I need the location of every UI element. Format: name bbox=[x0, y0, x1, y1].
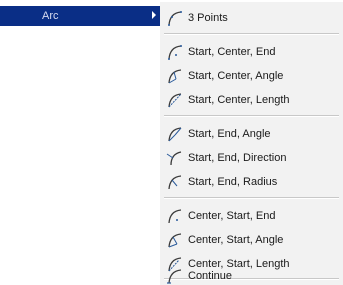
menu-item-center-start-end[interactable]: Center, Start, End bbox=[160, 204, 343, 228]
menu-item-label: 3 Points bbox=[188, 12, 228, 24]
menu-item-label: Start, End, Angle bbox=[188, 128, 271, 140]
menu-item-arc-label: Arc bbox=[42, 10, 59, 22]
menu-item-start-end-radius[interactable]: Start, End, Radius bbox=[160, 170, 343, 194]
menu-item-label: Continue bbox=[188, 270, 233, 282]
submenu-arrow-icon bbox=[152, 11, 156, 19]
menu-item-start-center-end[interactable]: Start, Center, End bbox=[160, 40, 343, 64]
arc-center-start-angle-icon bbox=[165, 230, 185, 250]
menu-separator bbox=[164, 33, 339, 35]
menu-item-start-center-angle[interactable]: Start, Center, Angle bbox=[160, 64, 343, 88]
menu-item-label: Center, Start, End bbox=[188, 210, 276, 222]
arc-start-center-angle-icon bbox=[165, 66, 185, 86]
menu-item-start-center-length[interactable]: Start, Center, Length bbox=[160, 88, 343, 112]
menu-item-start-end-direction[interactable]: Start, End, Direction bbox=[160, 146, 343, 170]
menu-item-arc[interactable]: Arc bbox=[0, 6, 160, 26]
arc-start-end-radius-icon bbox=[165, 172, 185, 192]
menu-item-start-end-angle[interactable]: Start, End, Angle bbox=[160, 122, 343, 146]
menu-item-label: Start, Center, Angle bbox=[188, 70, 284, 82]
draw-menu: Arc bbox=[0, 0, 160, 285]
menu-separator bbox=[164, 197, 339, 199]
menu-item-label: Start, Center, Length bbox=[188, 94, 290, 106]
arc-start-end-direction-icon bbox=[165, 148, 185, 168]
arc-continue-icon bbox=[165, 266, 185, 285]
menu-item-center-start-angle[interactable]: Center, Start, Angle bbox=[160, 228, 343, 252]
menu-item-arc-3-points[interactable]: 3 Points bbox=[160, 6, 343, 30]
menu-item-label: Start, End, Direction bbox=[188, 152, 287, 164]
menu-item-label: Center, Start, Angle bbox=[188, 234, 284, 246]
menu-separator bbox=[164, 115, 339, 117]
arc-start-center-length-icon bbox=[165, 90, 185, 110]
arc-3-points-icon bbox=[165, 8, 185, 28]
arc-submenu: 3 Points Start, Center, End Start, Cente… bbox=[160, 2, 343, 285]
menu-item-label: Start, End, Radius bbox=[188, 176, 278, 188]
menu-item-label: Start, Center, End bbox=[188, 46, 276, 58]
menu-item-continue[interactable]: Continue bbox=[160, 264, 343, 285]
arc-start-center-end-icon bbox=[165, 42, 185, 62]
arc-menu-screenshot: Arc 3 Points Start, Center, End Start, C… bbox=[0, 0, 343, 285]
arc-start-end-angle-icon bbox=[165, 124, 185, 144]
arc-center-start-end-icon bbox=[165, 206, 185, 226]
